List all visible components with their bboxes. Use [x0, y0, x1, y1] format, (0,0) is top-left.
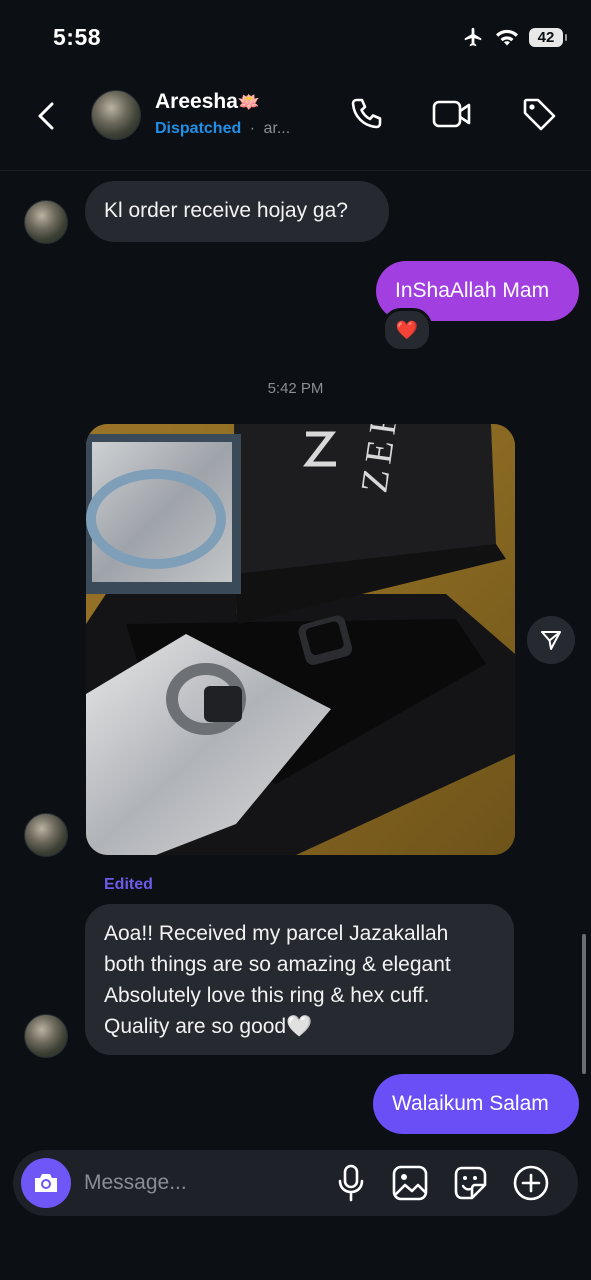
camera-button[interactable]	[21, 1158, 71, 1208]
share-button[interactable]	[527, 616, 575, 664]
status-extra: ar...	[263, 120, 291, 137]
message-text: Aoa!! Received my parcel Jazakallah both…	[104, 922, 451, 1038]
message-timestamp: 5:42 PM	[267, 380, 324, 397]
share-icon	[541, 631, 561, 650]
status-label: Dispatched	[155, 120, 242, 137]
add-icon	[513, 1165, 549, 1201]
product-photo: ZEFI	[86, 424, 515, 855]
status-icons: 42	[461, 26, 567, 48]
sticker-icon	[454, 1166, 487, 1200]
video-icon	[432, 100, 471, 128]
message-avatar[interactable]	[24, 813, 68, 857]
label-button[interactable]	[519, 94, 559, 139]
gallery-button[interactable]	[390, 1163, 430, 1208]
message-text: InShaAllah Mam	[395, 279, 550, 302]
microphone-icon	[338, 1164, 364, 1202]
status-separator: ·	[249, 120, 256, 137]
airplane-icon	[464, 27, 482, 47]
contact-avatar[interactable]	[91, 90, 141, 140]
contact-status[interactable]: Dispatched · ar...	[155, 120, 290, 138]
reaction-badge[interactable]: ❤️	[382, 308, 432, 352]
heart-reaction: ❤️	[395, 319, 419, 340]
incoming-message[interactable]: Aoa!! Received my parcel Jazakallah both…	[85, 904, 514, 1055]
edited-label: Edited	[104, 876, 153, 893]
chat-header	[0, 70, 591, 171]
sticker-button[interactable]	[450, 1163, 490, 1208]
voice-button[interactable]	[334, 1163, 368, 1208]
call-button[interactable]	[346, 94, 386, 139]
image-icon	[392, 1165, 428, 1201]
video-call-button[interactable]	[431, 94, 473, 139]
message-avatar[interactable]	[24, 200, 68, 244]
outgoing-message[interactable]: Walaikum Salam	[373, 1074, 579, 1134]
battery-indicator: 42	[529, 27, 567, 47]
phone-icon	[351, 98, 382, 129]
wifi-icon	[496, 29, 518, 46]
photo-message[interactable]: ZEFI	[86, 424, 515, 855]
incoming-message[interactable]: Kl order receive hojay ga?	[85, 181, 389, 242]
back-chevron-icon	[38, 102, 54, 130]
contact-name-text: Areesha	[155, 90, 238, 113]
contact-name-emoji: 🪷	[237, 92, 261, 112]
status-time: 5:58	[53, 24, 102, 50]
back-button[interactable]	[28, 96, 68, 141]
scrollbar[interactable]	[582, 934, 586, 1074]
contact-name[interactable]: Areesha🪷	[155, 90, 260, 114]
message-text: Kl order receive hojay ga?	[104, 199, 348, 222]
message-input[interactable]	[84, 1166, 314, 1200]
message-text: Walaikum Salam	[392, 1092, 549, 1115]
add-button[interactable]	[511, 1163, 551, 1208]
message-avatar[interactable]	[24, 1014, 68, 1058]
camera-icon	[35, 1174, 57, 1192]
tag-icon	[523, 98, 556, 131]
